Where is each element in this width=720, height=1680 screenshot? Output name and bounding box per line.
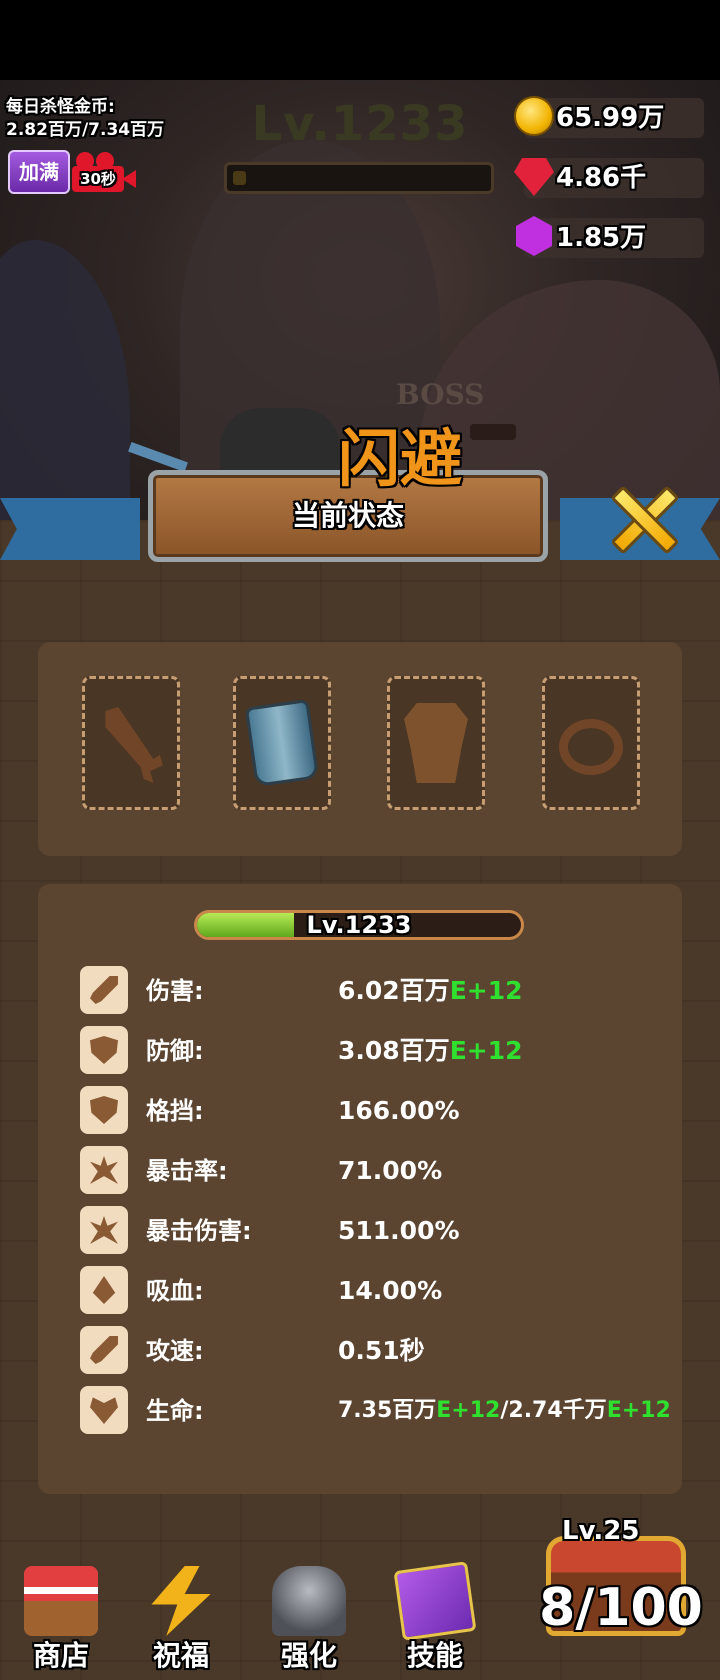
stat-value-main: 3.08百万 bbox=[338, 1036, 450, 1065]
fill-button[interactable]: 加满 bbox=[8, 150, 70, 194]
attack-speed-icon bbox=[80, 1326, 128, 1374]
stat-row-defense: 防御: 3.08百万E+12 bbox=[80, 1024, 680, 1080]
stat-value-main: 7.35百万 bbox=[338, 1398, 437, 1423]
ruby-value: 4.86千 bbox=[556, 163, 647, 193]
stat-row-health: 生命: 7.35百万E+12/2.74千万E+12 bbox=[80, 1384, 680, 1440]
stage-progress-fill bbox=[233, 171, 246, 185]
crit-damage-glyph bbox=[90, 1216, 118, 1244]
spellbook-icon bbox=[393, 1561, 477, 1641]
close-button[interactable] bbox=[606, 482, 682, 558]
stat-value-exponent: E+12 bbox=[436, 1398, 501, 1423]
stat-value: 14.00% bbox=[338, 1276, 443, 1305]
shield-icon bbox=[80, 1026, 128, 1074]
lightning-icon bbox=[151, 1566, 211, 1636]
crit-icon bbox=[80, 1146, 128, 1194]
stat-label: 防御: bbox=[146, 1037, 204, 1065]
crit-damage-icon bbox=[80, 1206, 128, 1254]
sword-icon bbox=[105, 707, 163, 783]
dodge-popup-text: 闪避 bbox=[337, 422, 462, 495]
equipment-slot-weapon[interactable] bbox=[82, 676, 180, 810]
daily-gold-label: 每日杀怪金币: bbox=[6, 97, 115, 117]
ruby-counter[interactable]: 4.86千 bbox=[514, 158, 704, 198]
nav-label: 技能 bbox=[406, 1639, 463, 1672]
gem-value: 1.85万 bbox=[556, 223, 647, 253]
stat-row-crit-damage: 暴击伤害: 511.00% bbox=[80, 1204, 680, 1260]
stat-row-lifesteal: 吸血: 14.00% bbox=[80, 1264, 680, 1320]
chest-level: Lv.25 bbox=[562, 1516, 640, 1546]
stat-label: 生命: bbox=[146, 1397, 204, 1425]
nav-upgrade[interactable]: 强化 bbox=[254, 1560, 364, 1680]
stat-value-exponent: E+12 bbox=[449, 1036, 523, 1065]
boss-health-bar bbox=[470, 424, 516, 440]
nav-label: 商店 bbox=[32, 1639, 89, 1672]
stat-row-block: 格挡: 166.00% bbox=[80, 1084, 680, 1140]
shield-glyph bbox=[90, 1036, 118, 1064]
crit-glyph bbox=[90, 1156, 118, 1184]
video-camera-lens bbox=[122, 170, 136, 188]
nav-bless[interactable]: 祝福 bbox=[126, 1560, 236, 1680]
video-ad-button[interactable]: 30秒 bbox=[72, 152, 136, 194]
gem-counter[interactable]: 1.85万 bbox=[516, 216, 704, 258]
equipment-slot-bracer[interactable] bbox=[233, 676, 331, 810]
boss-label: BOSS bbox=[396, 378, 485, 411]
stage-progress-bar bbox=[224, 162, 494, 194]
nav-skills[interactable]: 技能 bbox=[380, 1560, 490, 1680]
stats-panel: Lv.1233 伤害: 6.02百万E+12 防御: 3.08百万E+12 格挡… bbox=[38, 884, 682, 1494]
coin-icon bbox=[514, 96, 554, 136]
bracer-icon bbox=[244, 698, 320, 788]
stat-value: 6.02百万E+12 bbox=[338, 964, 523, 1018]
armor-icon bbox=[404, 703, 468, 783]
heart-icon bbox=[80, 1386, 128, 1434]
stat-row-damage: 伤害: 6.02百万E+12 bbox=[80, 964, 680, 1020]
heart-glyph bbox=[90, 1397, 118, 1424]
stat-value: 7.35百万E+12/2.74千万E+12 bbox=[338, 1384, 671, 1438]
helmet-icon bbox=[272, 1566, 346, 1636]
video-timer: 30秒 bbox=[80, 170, 116, 188]
treasure-chest-button[interactable]: Lv.25 8/100 bbox=[530, 1516, 720, 1680]
block-shield-icon bbox=[80, 1086, 128, 1134]
status-bar bbox=[0, 0, 720, 80]
stat-value: 3.08百万E+12 bbox=[338, 1024, 523, 1078]
ring-icon bbox=[559, 719, 623, 775]
stage-level: Lv.1233 bbox=[251, 96, 469, 152]
stat-label: 暴击伤害: bbox=[146, 1217, 252, 1245]
equipment-slot-armor[interactable] bbox=[387, 676, 485, 810]
stat-label: 格挡: bbox=[146, 1097, 204, 1125]
equipment-panel bbox=[38, 642, 682, 856]
stat-label: 攻速: bbox=[146, 1337, 204, 1365]
daily-gold-value: 2.82百万/7.34百万 bbox=[6, 120, 165, 140]
stat-value-max: /2.74千万 bbox=[500, 1398, 607, 1423]
stat-value: 166.00% bbox=[338, 1096, 460, 1125]
nav-shop[interactable]: 商店 bbox=[6, 1560, 116, 1680]
block-shield-glyph bbox=[90, 1096, 118, 1124]
ribbon-left bbox=[0, 498, 140, 560]
coin-counter[interactable]: 65.99万 bbox=[514, 96, 704, 138]
sword-icon bbox=[80, 966, 128, 1014]
stat-value: 511.00% bbox=[338, 1216, 460, 1245]
coin-value: 65.99万 bbox=[556, 103, 665, 133]
sword-glyph bbox=[90, 976, 118, 1004]
stat-label: 吸血: bbox=[146, 1277, 204, 1305]
stat-label: 暴击率: bbox=[146, 1157, 228, 1185]
equipment-slot-ring[interactable] bbox=[542, 676, 640, 810]
blood-drop-glyph bbox=[92, 1276, 116, 1304]
stat-value-exponent: E+12 bbox=[449, 976, 523, 1005]
attack-speed-glyph bbox=[90, 1336, 118, 1364]
stat-value-main: 6.02百万 bbox=[338, 976, 450, 1005]
shop-icon bbox=[24, 1566, 98, 1636]
stat-value: 0.51秒 bbox=[338, 1336, 425, 1365]
stat-label: 伤害: bbox=[146, 977, 204, 1005]
stat-value: 71.00% bbox=[338, 1156, 443, 1185]
nav-label: 强化 bbox=[280, 1639, 337, 1672]
lifesteal-icon bbox=[80, 1266, 128, 1314]
chest-progress: 8/100 bbox=[539, 1578, 703, 1638]
stat-row-attack-speed: 攻速: 0.51秒 bbox=[80, 1324, 680, 1380]
stat-value-max-exponent: E+12 bbox=[606, 1398, 671, 1423]
nav-label: 祝福 bbox=[152, 1639, 209, 1672]
stat-row-crit-rate: 暴击率: 71.00% bbox=[80, 1144, 680, 1200]
hero-level: Lv.1233 bbox=[306, 911, 412, 939]
boss-sprite bbox=[220, 408, 340, 478]
